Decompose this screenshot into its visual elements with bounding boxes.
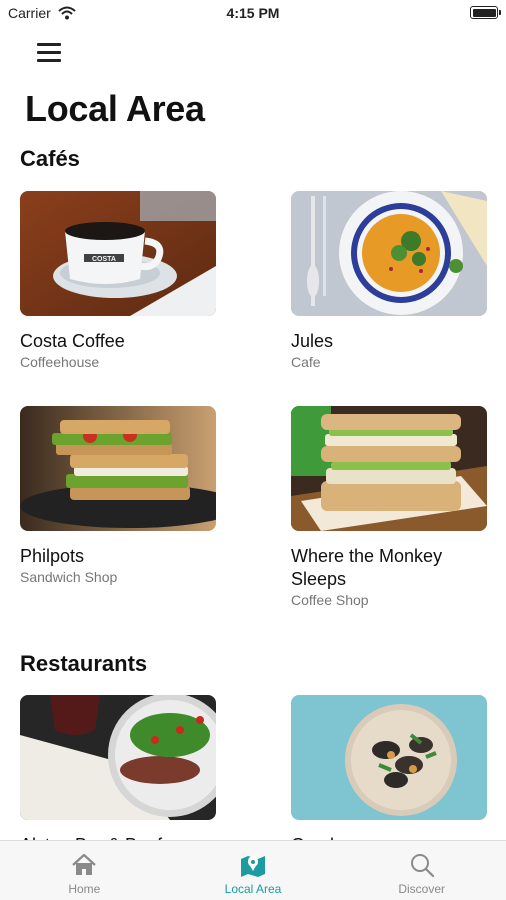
tab-bar: Home Local Area Discover xyxy=(0,840,506,900)
soup-bowl-photo xyxy=(291,191,487,316)
tab-label: Home xyxy=(68,882,101,896)
steak-salad-photo xyxy=(20,695,216,820)
place-card-gamba[interactable]: Gamba xyxy=(291,695,487,858)
place-name: Jules xyxy=(291,331,334,351)
sandwich-photo xyxy=(20,406,216,531)
status-bar: Carrier 4:15 PM xyxy=(0,0,506,28)
search-icon xyxy=(410,854,434,878)
place-card-costa-coffee[interactable]: COSTA Costa Coffee Coffeehouse xyxy=(20,191,216,370)
clams-plate-photo xyxy=(291,695,487,820)
place-name: Costa Coffee xyxy=(20,331,125,351)
battery-icon xyxy=(470,6,501,19)
status-time: 4:15 PM xyxy=(226,5,280,21)
coffee-cup-photo: COSTA xyxy=(20,191,216,316)
place-card-philpots[interactable]: Philpots Sandwich Shop xyxy=(20,406,216,585)
tab-home[interactable]: Home xyxy=(0,841,169,900)
place-type: Cafe xyxy=(291,354,321,370)
place-card-alston-bar-beef[interactable]: Alston Bar & Beef xyxy=(20,695,216,858)
page-title: Local Area xyxy=(25,88,205,129)
section-title-cafes: Cafés xyxy=(20,146,80,171)
tab-discover[interactable]: Discover xyxy=(337,841,506,900)
svg-text:COSTA: COSTA xyxy=(92,256,116,263)
place-type: Coffee Shop xyxy=(291,592,369,608)
home-icon xyxy=(72,853,97,875)
tab-label: Discover xyxy=(398,882,446,896)
tab-label: Local Area xyxy=(224,882,282,896)
menu-button[interactable] xyxy=(33,40,63,64)
place-card-jules[interactable]: Jules Cafe xyxy=(291,191,487,370)
place-name: Where the Monkey Sleeps xyxy=(291,546,443,589)
place-type: Sandwich Shop xyxy=(20,569,118,585)
map-icon xyxy=(241,856,265,877)
sandwich-wrap-photo xyxy=(291,406,487,531)
place-card-where-the-monkey-sleeps[interactable]: Where the Monkey Sleeps Coffee Shop xyxy=(291,406,487,608)
place-name: Philpots xyxy=(20,546,85,566)
tab-local-area[interactable]: Local Area xyxy=(169,841,338,900)
place-type: Coffeehouse xyxy=(20,354,100,370)
section-title-restaurants: Restaurants xyxy=(20,651,148,676)
